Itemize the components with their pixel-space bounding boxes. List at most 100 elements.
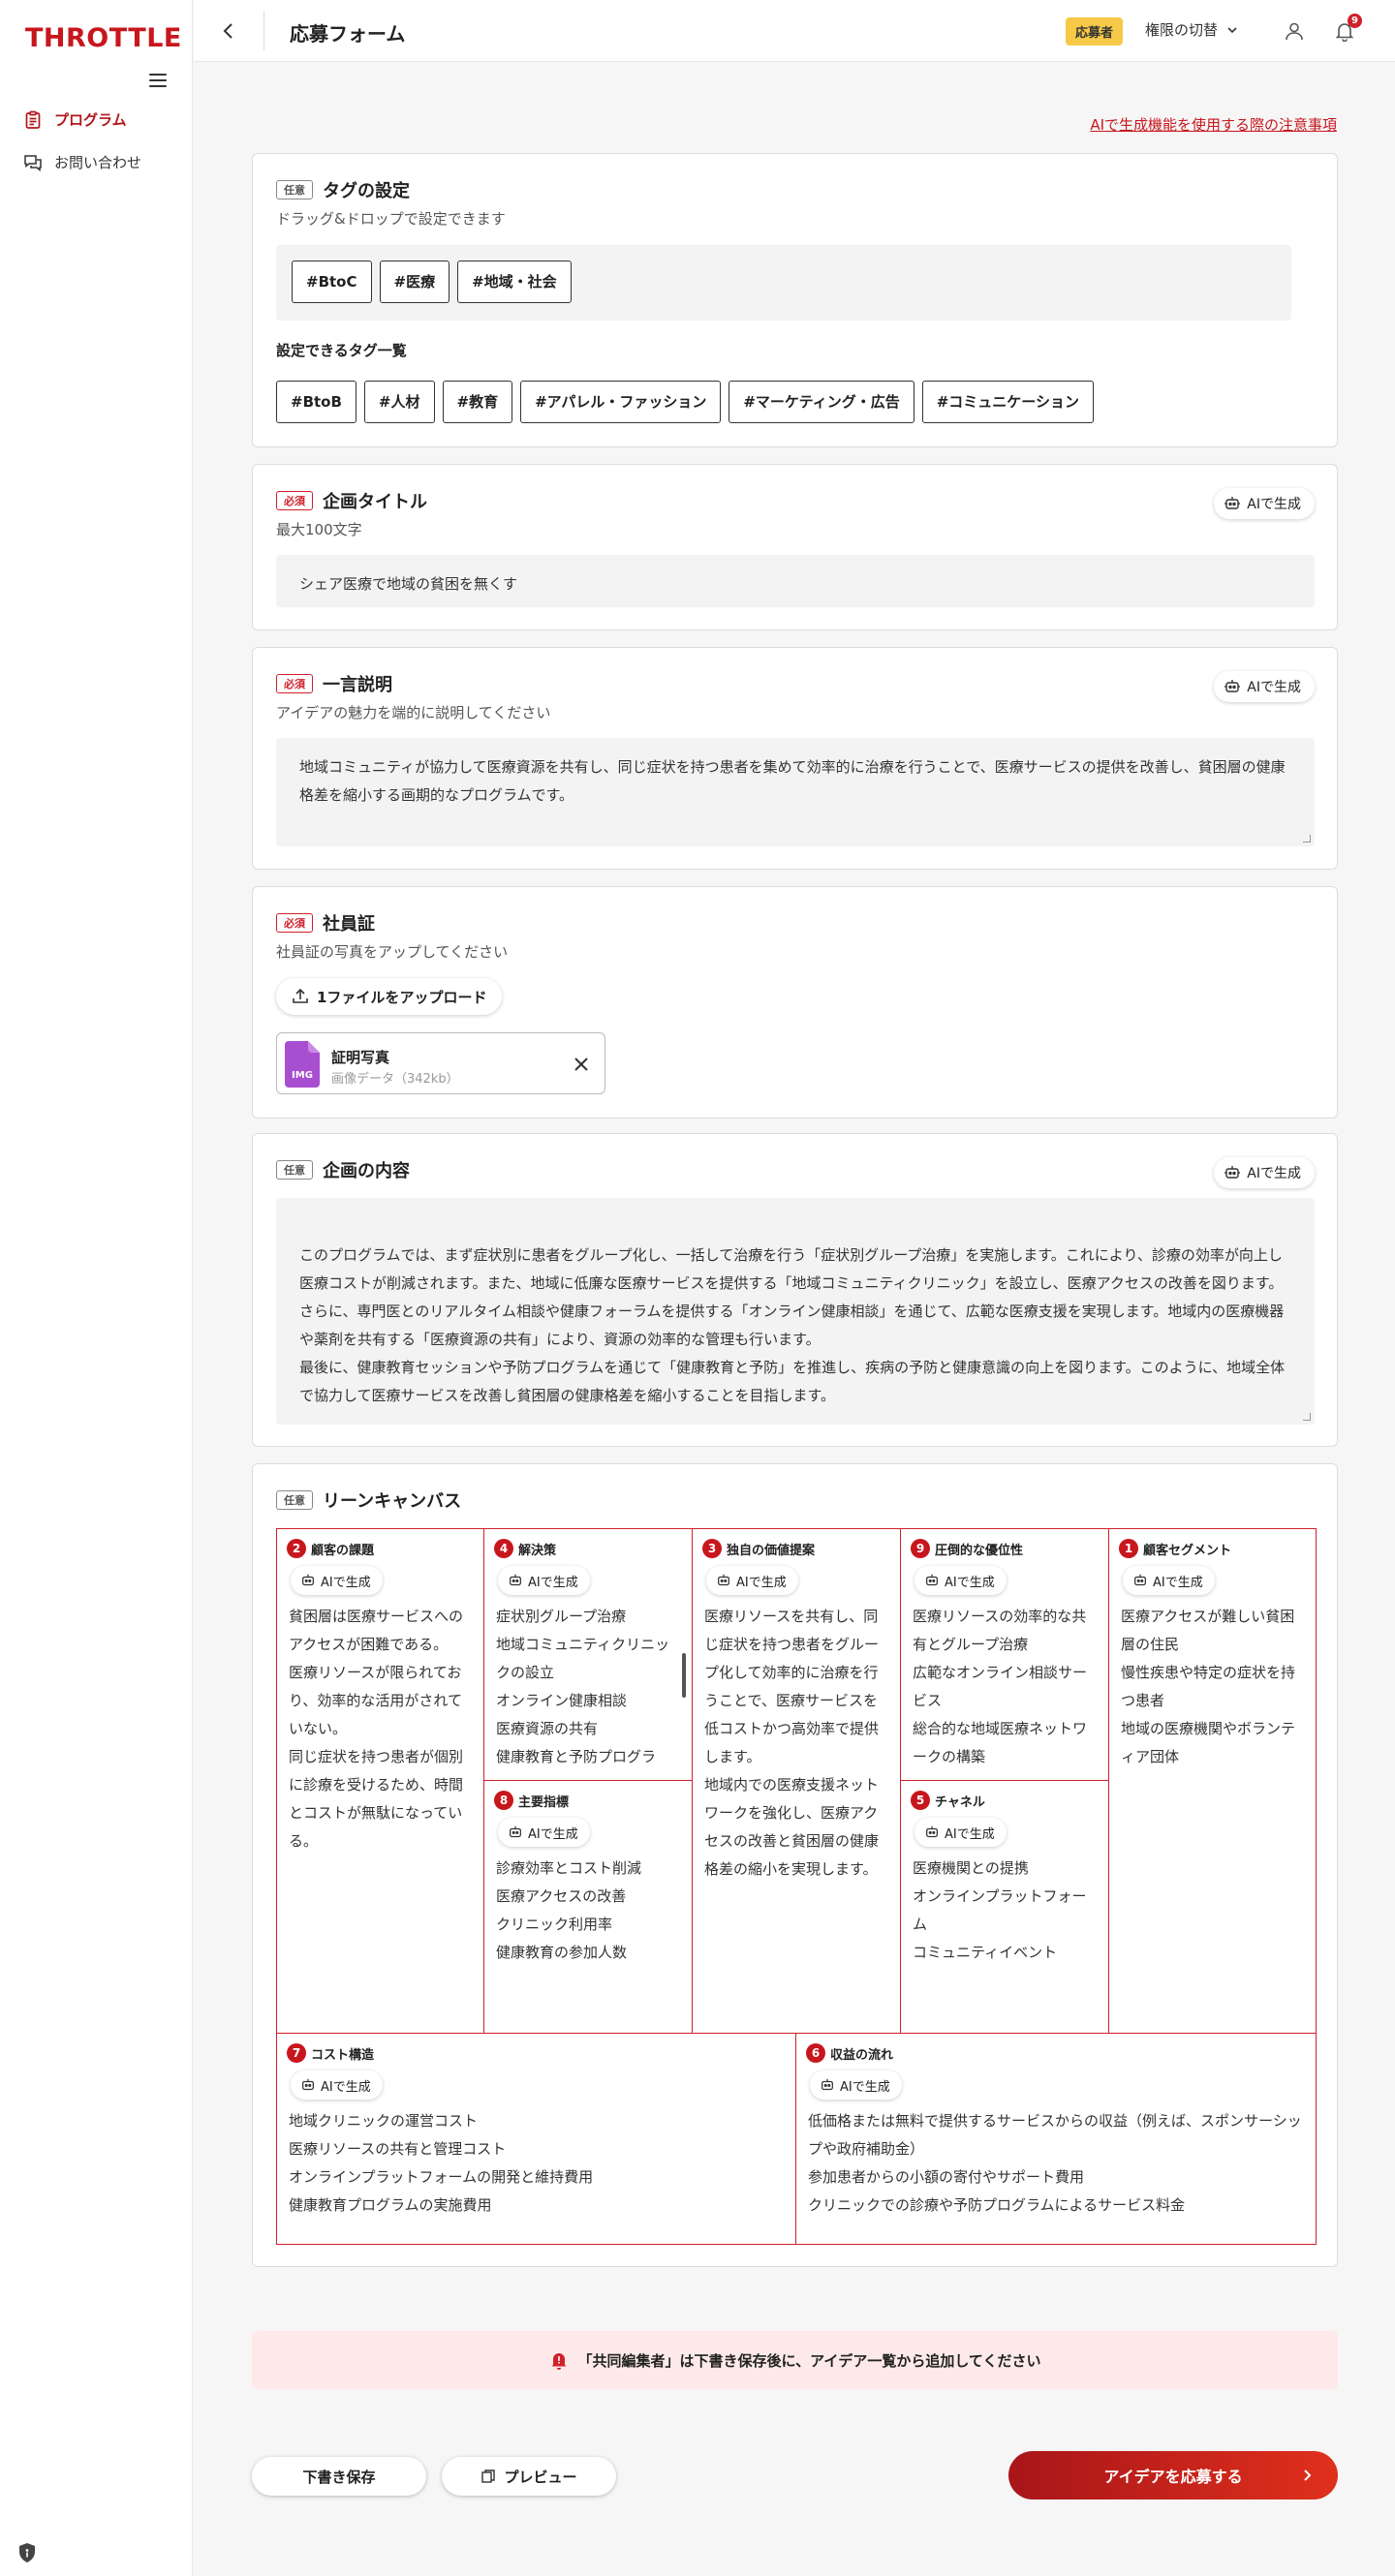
save-draft-label: 下書き保存 [302,2468,376,2486]
cell-number: 7 [287,2043,306,2063]
ai-generate-button[interactable]: AIで生成 [1123,1566,1215,1595]
cell-text[interactable]: 低価格または無料で提供するサービスからの収益（例えば、スポンサーシップや政府補助… [808,2107,1304,2220]
required-badge: 必須 [276,913,313,933]
preview-icon [481,2469,496,2483]
file-type-label: IMG [292,1070,313,1081]
cell-text[interactable]: 症状別グループ治療 地域コミュニティクリニックの設立 オンライン健康相談 医療資… [496,1603,680,1771]
employee-id-heading: 必須 社員証 [276,910,375,935]
close-icon[interactable] [570,1053,593,1076]
user-icon [1286,22,1303,41]
scrollbar-thumb[interactable] [682,1653,686,1698]
robot-icon [510,1825,521,1838]
employee-id-heading-text: 社員証 [323,914,375,935]
lc-value-proposition: 3 独自の価値提案 AIで生成 医療リソースを共有し、同じ症状を持つ患者をグループ… [693,1529,901,2033]
resize-handle[interactable] [1303,835,1311,843]
ai-generate-button[interactable]: AIで生成 [498,1566,590,1595]
robot-icon [302,1574,314,1586]
ai-generate-button[interactable]: AIで生成 [914,1818,1007,1847]
lean-canvas-heading: 任意 リーンキャンバス [276,1487,461,1513]
ai-generate-button[interactable]: AIで生成 [1214,488,1315,519]
cell-label: チャネル [935,1794,985,1810]
robot-icon [1224,680,1241,692]
submit-idea-button[interactable]: アイデアを応募する [1008,2451,1338,2499]
selected-tags-dropzone[interactable]: #BtoC #医療 #地域・社会 [276,245,1291,321]
resize-handle[interactable] [1303,1413,1311,1421]
ai-generate-button[interactable]: AIで生成 [1214,671,1315,702]
preview-button[interactable]: プレビュー [442,2457,616,2496]
lc-channels: 5 チャネル AIで生成 医療機関との提携 オンラインプラットフォーム コミュニテ… [901,1781,1109,2033]
security-shield-icon[interactable] [17,2542,37,2563]
cell-label: 顧客の課題 [311,1543,375,1558]
selected-tag[interactable]: #医療 [379,261,450,303]
user-account-button[interactable] [1279,15,1310,46]
role-switch-dropdown[interactable]: 権限の切替 [1145,19,1239,40]
cell-text[interactable]: 地域クリニックの運営コスト 医療リソースの共有と管理コスト オンラインプラットフ… [289,2107,784,2220]
content-heading-text: 企画の内容 [323,1161,410,1181]
image-file-icon: IMG [285,1041,320,1088]
robot-icon [926,1825,938,1838]
robot-icon [1224,1166,1241,1179]
robot-icon [1134,1574,1146,1586]
lc-metrics: 8 主要指標 AIで生成 診療効率とコスト削減 医療アクセスの改善 クリニック利用… [484,1781,693,2033]
sidebar-item-contact[interactable]: お問い合わせ [23,152,141,172]
lean-canvas-grid: 2 顧客の課題 AIで生成 貧困層は医療サービスへのアクセスが困難である。 医療リ… [276,1528,1317,2245]
selected-tag[interactable]: #BtoC [292,261,372,303]
available-tag[interactable]: #BtoB [276,381,356,423]
project-title-heading-text: 企画タイトル [323,492,427,512]
project-title-input[interactable]: シェア医療で地域の貧困を無くす [276,555,1315,607]
lc-problem: 2 顧客の課題 AIで生成 貧困層は医療サービスへのアクセスが困難である。 医療リ… [277,1529,484,2033]
cell-text[interactable]: 医療リソースを共有し、同じ症状を持つ患者をグループ化して効率的に治療を行うことで… [704,1603,888,1884]
file-meta: 画像データ（342kb） [331,1072,459,1087]
ai-generate-label: AIで生成 [945,1826,995,1842]
selected-tag[interactable]: #地域・社会 [457,261,572,303]
summary-textarea[interactable]: 地域コミュニティが協力して医療資源を共有し、同じ症状を持つ患者を集めて効率的に治… [276,738,1315,846]
throttle-logo[interactable]: THROTTLE [25,23,182,53]
cell-label: 圧倒的な優位性 [935,1543,1024,1558]
ai-generate-button[interactable]: AIで生成 [914,1566,1007,1595]
upload-file-button[interactable]: 1ファイルをアップロード [276,978,503,1015]
back-arrow-icon[interactable] [217,17,240,45]
ai-generate-label: AIで生成 [1247,497,1301,512]
content-heading: 任意 企画の内容 [276,1157,410,1182]
content-textarea[interactable]: このプログラムでは、まず症状別に患者をグループ化し、一括して治療を行う「症状別グ… [276,1198,1315,1425]
ai-generate-label: AIで生成 [528,1826,578,1842]
sidebar-item-program[interactable]: プログラム [23,109,127,130]
optional-badge: 任意 [276,1160,313,1180]
ai-generate-button[interactable]: AIで生成 [291,2070,383,2100]
chevron-right-icon [1304,2469,1312,2481]
cell-label: 解決策 [518,1543,557,1558]
file-name: 証明写真 [331,1049,390,1066]
ai-generate-button[interactable]: AIで生成 [810,2070,902,2100]
robot-icon [926,1574,938,1586]
cell-text[interactable]: 貧困層は医療サービスへのアクセスが困難である。 医療リソースが限られており、効率… [289,1603,472,1855]
ai-generate-button[interactable]: AIで生成 [706,1566,798,1595]
cell-text[interactable]: 医療リソースの効率的な共有とグループ治療 広範なオンライン相談サービス 総合的な… [913,1603,1097,1771]
available-tag[interactable]: #コミュニケーション [921,381,1095,423]
notification-button[interactable]: 9 [1329,14,1362,46]
robot-icon [1224,497,1241,509]
ai-generate-button[interactable]: AIで生成 [291,1566,383,1595]
available-tag[interactable]: #人材 [363,381,435,423]
available-tag[interactable]: #アパレル・ファッション [520,381,722,423]
role-badge: 応募者 [1066,17,1124,46]
cell-number: 6 [806,2043,825,2063]
cell-number: 1 [1119,1539,1138,1558]
cell-text[interactable]: 診療効率とコスト削減 医療アクセスの改善 クリニック利用率 健康教育の参加人数 [496,1855,680,1967]
ai-generate-button[interactable]: AIで生成 [1214,1157,1315,1188]
available-tag[interactable]: #教育 [442,381,513,423]
ai-generate-button[interactable]: AIで生成 [498,1818,590,1847]
ai-generate-label: AIで生成 [736,1575,787,1590]
hamburger-menu-icon[interactable] [149,74,167,87]
lc-solution: 4 解決策 AIで生成 症状別グループ治療 地域コミュニティクリニックの設立 オン… [484,1529,693,1781]
ai-usage-notice-link[interactable]: AIで生成機能を使用する際の注意事項 [1090,114,1337,135]
lean-canvas-heading-text: リーンキャンバス [323,1491,462,1512]
co-editor-notice-text: 「共同編集者」は下書き保存後に、アイデア一覧から追加してください [577,2351,1041,2370]
cell-label: コスト構造 [311,2047,375,2063]
save-draft-button[interactable]: 下書き保存 [252,2457,426,2496]
cell-text[interactable]: 医療アクセスが難しい貧困層の住民 慢性疾患や特定の症状を持つ患者 地域の医療機関… [1121,1603,1304,1771]
co-editor-notice-banner: 「共同編集者」は下書き保存後に、アイデア一覧から追加してください [252,2331,1338,2389]
available-tag[interactable]: #マーケティング・広告 [728,381,914,423]
role-switch-label: 権限の切替 [1145,21,1219,39]
summary-heading-text: 一言説明 [323,675,392,695]
cell-text[interactable]: 医療機関との提携 オンラインプラットフォーム コミュニティイベント [913,1855,1097,1967]
